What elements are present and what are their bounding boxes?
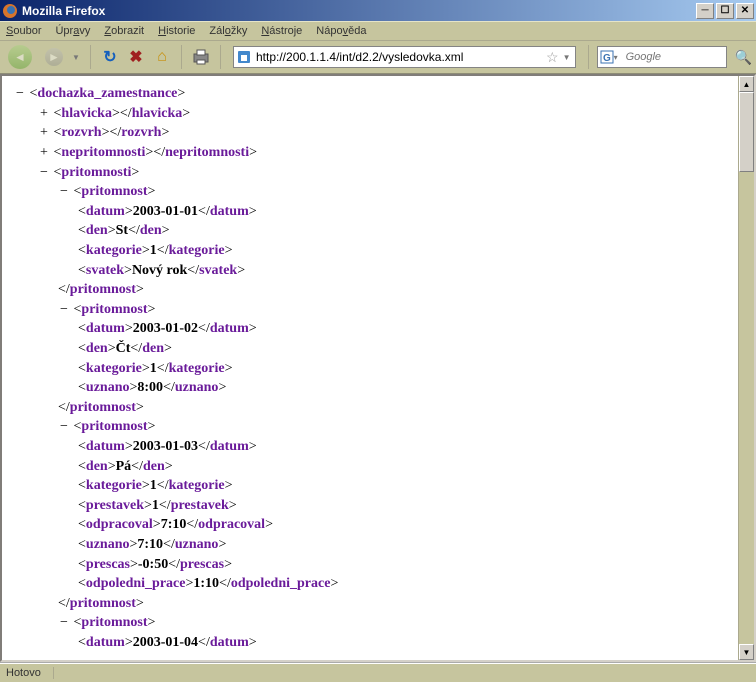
- xml-pritomnost-close: </pritomnost>: [58, 398, 734, 418]
- window-titlebar: Mozilla Firefox: [0, 0, 756, 21]
- xml-leaf-prestavek: <prestavek>1</prestavek>: [78, 496, 734, 516]
- xml-collapsed-node: + <nepritomnosti></nepritomnosti>: [38, 143, 734, 163]
- close-button[interactable]: [736, 3, 754, 19]
- xml-leaf-datum: <datum>2003-01-04</datum>: [78, 633, 734, 653]
- site-identity-icon[interactable]: [236, 49, 252, 65]
- print-button[interactable]: [190, 46, 212, 68]
- minimize-button[interactable]: [696, 3, 714, 19]
- toolbar-separator: [588, 45, 589, 69]
- menu-help[interactable]: Nápověda: [316, 25, 366, 37]
- xml-leaf-den: <den>Čt</den>: [78, 339, 734, 359]
- scroll-up-button[interactable]: ▲: [739, 76, 754, 92]
- xml-leaf-datum: <datum>2003-01-01</datum>: [78, 202, 734, 222]
- collapse-toggle[interactable]: −: [38, 163, 50, 183]
- collapse-toggle[interactable]: −: [58, 300, 70, 320]
- xml-leaf-odpoledni_prace: <odpoledni_prace>1:10</odpoledni_prace>: [78, 574, 734, 594]
- search-go-icon[interactable]: 🔍: [735, 49, 752, 66]
- menu-bar: Soubor Úpravy Zobrazit Historie Záložky …: [0, 21, 756, 41]
- back-button[interactable]: ◄: [4, 44, 36, 70]
- firefox-icon: [2, 3, 18, 19]
- collapse-toggle[interactable]: −: [58, 182, 70, 202]
- url-dropdown-icon[interactable]: ▼: [563, 53, 573, 62]
- window-title: Mozilla Firefox: [22, 4, 694, 18]
- xml-leaf-svatek: <svatek>Nový rok</svatek>: [78, 261, 734, 281]
- xml-pritomnost-open: − <pritomnost>: [58, 182, 734, 202]
- xml-root: − <dochazka_zamestnance>: [14, 84, 734, 104]
- vertical-scrollbar[interactable]: ▲ ▼: [738, 76, 754, 660]
- url-bar[interactable]: ☆ ▼: [233, 46, 576, 68]
- collapse-toggle[interactable]: −: [14, 84, 26, 104]
- forward-button[interactable]: ►: [40, 44, 68, 70]
- xml-leaf-prescas: <prescas>-0:50</prescas>: [78, 555, 734, 575]
- xml-pritomnost-open: − <pritomnost>: [58, 417, 734, 437]
- xml-leaf-kategorie: <kategorie>1</kategorie>: [78, 359, 734, 379]
- menu-view[interactable]: Zobrazit: [104, 25, 144, 37]
- search-engine-dropdown-icon[interactable]: ▾: [614, 53, 624, 62]
- xml-leaf-uznano: <uznano>7:10</uznano>: [78, 535, 734, 555]
- xml-pritomnost-close: </pritomnost>: [58, 594, 734, 614]
- search-bar[interactable]: G ▾: [597, 46, 727, 68]
- collapse-toggle[interactable]: −: [58, 613, 70, 633]
- xml-pritomnost-open: − <pritomnost>: [58, 613, 734, 633]
- menu-tools[interactable]: Nástroje: [261, 25, 302, 37]
- bookmark-star-icon[interactable]: ☆: [546, 49, 559, 66]
- collapse-toggle[interactable]: −: [58, 417, 70, 437]
- scroll-down-button[interactable]: ▼: [739, 644, 754, 660]
- expand-toggle[interactable]: +: [38, 143, 50, 163]
- url-input[interactable]: [256, 50, 542, 64]
- history-dropdown-icon[interactable]: ▼: [72, 53, 82, 62]
- maximize-button[interactable]: [716, 3, 734, 19]
- xml-viewer: − <dochazka_zamestnance>+ <hlavicka></hl…: [2, 76, 738, 660]
- xml-leaf-kategorie: <kategorie>1</kategorie>: [78, 476, 734, 496]
- expand-toggle[interactable]: +: [38, 123, 50, 143]
- xml-leaf-kategorie: <kategorie>1</kategorie>: [78, 241, 734, 261]
- content-pane: − <dochazka_zamestnance>+ <hlavicka></hl…: [0, 74, 756, 662]
- expand-toggle[interactable]: +: [38, 104, 50, 124]
- menu-bookmarks[interactable]: Záložky: [209, 25, 247, 37]
- toolbar-separator: [181, 45, 182, 69]
- menu-file[interactable]: Soubor: [6, 25, 41, 37]
- svg-text:G: G: [603, 53, 611, 64]
- search-input[interactable]: [626, 51, 724, 63]
- scroll-thumb[interactable]: [739, 92, 754, 172]
- scroll-track[interactable]: [739, 172, 754, 644]
- xml-collapsed-node: + <rozvrh></rozvrh>: [38, 123, 734, 143]
- xml-collapsed-node: + <hlavicka></hlavicka>: [38, 104, 734, 124]
- status-text: Hotovo: [6, 667, 54, 679]
- reload-button[interactable]: ↻: [99, 46, 121, 68]
- navigation-toolbar: ◄ ► ▼ ↻ ✖ ⌂ ☆ ▼ G ▾ 🔍: [0, 41, 756, 74]
- google-icon[interactable]: G: [600, 50, 614, 64]
- xml-leaf-odpracoval: <odpracoval>7:10</odpracoval>: [78, 515, 734, 535]
- menu-history[interactable]: Historie: [158, 25, 195, 37]
- toolbar-separator: [220, 45, 221, 69]
- xml-pritomnost-open: − <pritomnost>: [58, 300, 734, 320]
- xml-leaf-datum: <datum>2003-01-03</datum>: [78, 437, 734, 457]
- home-button[interactable]: ⌂: [151, 46, 173, 68]
- status-bar: Hotovo: [0, 662, 756, 682]
- xml-leaf-uznano: <uznano>8:00</uznano>: [78, 378, 734, 398]
- xml-leaf-datum: <datum>2003-01-02</datum>: [78, 319, 734, 339]
- xml-open-node: − <pritomnosti>: [38, 163, 734, 183]
- xml-pritomnost-close: </pritomnost>: [58, 280, 734, 300]
- xml-leaf-den: <den>St</den>: [78, 221, 734, 241]
- xml-leaf-den: <den>Pá</den>: [78, 457, 734, 477]
- stop-button[interactable]: ✖: [125, 46, 147, 68]
- menu-edit[interactable]: Úpravy: [55, 25, 90, 37]
- toolbar-separator: [90, 45, 91, 69]
